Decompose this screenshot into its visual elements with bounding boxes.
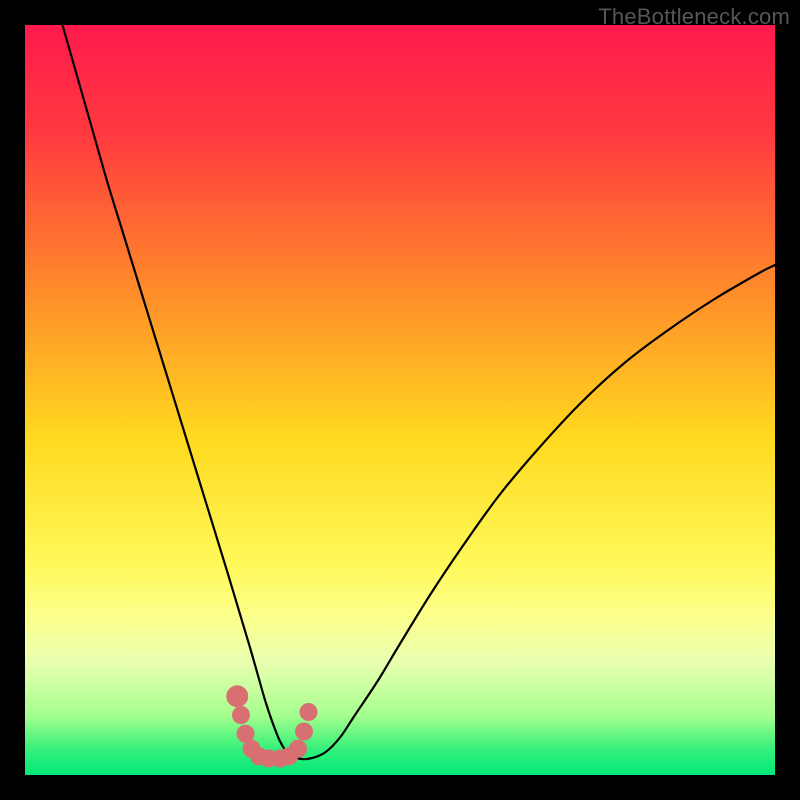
marker-dot (300, 703, 318, 721)
marker-dot (295, 723, 313, 741)
plot-area (25, 25, 775, 775)
chart-canvas (25, 25, 775, 775)
marker-dot (226, 685, 248, 707)
marker-dot (289, 740, 307, 758)
marker-dot (232, 706, 250, 724)
watermark-text: TheBottleneck.com (598, 4, 790, 30)
chart-frame: TheBottleneck.com (0, 0, 800, 800)
gradient-background (25, 25, 775, 775)
